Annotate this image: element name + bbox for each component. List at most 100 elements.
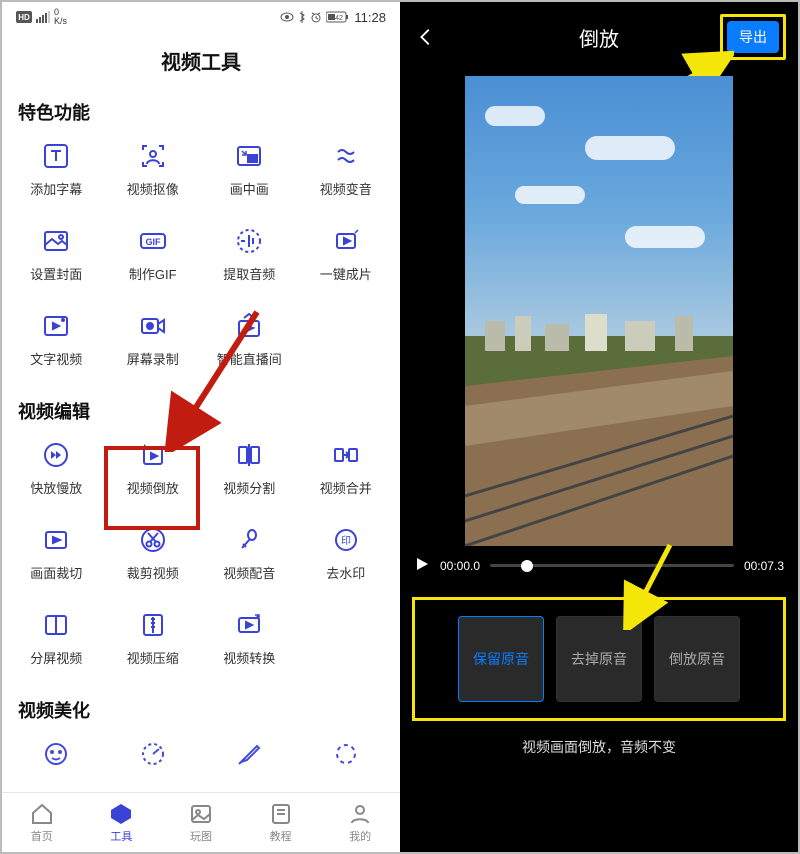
nav-tools[interactable]: 工具	[109, 802, 133, 844]
tool-label: 视频转换	[223, 648, 275, 667]
tool-voice-change[interactable]: 视频变音	[298, 135, 395, 216]
tool-beauty-4[interactable]	[298, 733, 395, 787]
scissors-icon	[138, 525, 168, 555]
tool-beauty-1[interactable]	[8, 733, 105, 787]
chevron-left-icon	[415, 26, 437, 48]
svg-text:HD: HD	[18, 13, 30, 22]
section-title-beauty: 视频美化	[2, 691, 400, 733]
tool-split-screen[interactable]: 分屏视频	[8, 604, 105, 685]
bluetooth-icon	[298, 11, 306, 23]
tool-label: 智能直播间	[217, 349, 282, 368]
tool-add-subtitle[interactable]: 添加字幕	[8, 135, 105, 216]
reverse-icon	[138, 440, 168, 470]
tool-auto-edit[interactable]: 一键成片	[298, 220, 395, 301]
image-icon	[41, 226, 71, 256]
tool-label: 视频变音	[320, 179, 372, 198]
tool-grid-beauty	[2, 733, 400, 793]
status-bar: HD 0K/s 42 11:28	[2, 2, 400, 30]
tool-label: 视频配音	[223, 563, 275, 582]
nav-label: 教程	[270, 828, 292, 844]
svg-text:GIF: GIF	[145, 237, 161, 247]
tools-icon	[109, 802, 133, 826]
face-icon	[41, 739, 71, 769]
tool-beauty-3[interactable]	[201, 733, 298, 787]
compress-icon	[138, 610, 168, 640]
brush-icon	[234, 739, 264, 769]
sparkle-ring-icon	[331, 739, 361, 769]
signal-icon	[36, 11, 50, 23]
tool-label: 设置封面	[30, 264, 82, 283]
section-title-edit: 视频编辑	[2, 392, 400, 434]
video-preview[interactable]	[465, 76, 733, 546]
nav-label: 工具	[110, 828, 132, 844]
tool-compress[interactable]: 视频压缩	[105, 604, 202, 685]
progress-track[interactable]	[490, 564, 734, 567]
nav-play-image[interactable]: 玩图	[189, 802, 213, 844]
tool-label: 画中画	[230, 179, 269, 198]
text-video-icon	[41, 311, 71, 341]
audio-options-highlight: 保留原音 去掉原音 倒放原音	[412, 597, 786, 721]
nav-label: 玩图	[190, 828, 212, 844]
section-title-featured: 特色功能	[2, 93, 400, 135]
tool-label: 制作GIF	[129, 264, 177, 283]
pip-icon	[234, 141, 264, 171]
tool-grid-featured: 添加字幕 视频抠像 画中画 视频变音 设置封面 GIF 制作GIF 提取音频 一键…	[2, 135, 400, 392]
play-button[interactable]	[414, 556, 430, 575]
option-remove-audio[interactable]: 去掉原音	[556, 616, 642, 702]
tool-reverse[interactable]: 视频倒放	[105, 434, 202, 515]
tool-crop[interactable]: 画面裁切	[8, 519, 105, 600]
record-icon	[138, 311, 168, 341]
tool-screen-record[interactable]: 屏幕录制	[105, 305, 202, 386]
svg-text:42: 42	[336, 15, 344, 22]
nav-mine[interactable]: 我的	[348, 802, 372, 844]
tool-label: 一键成片	[320, 264, 372, 283]
right-header: 倒放 导出	[400, 2, 798, 72]
option-keep-audio[interactable]: 保留原音	[458, 616, 544, 702]
svg-text:印: 印	[341, 535, 351, 547]
nav-tutorial[interactable]: 教程	[269, 802, 293, 844]
tool-beauty-2[interactable]	[105, 733, 202, 787]
status-time: 11:28	[354, 10, 386, 25]
tool-label: 视频抠像	[127, 179, 179, 198]
crop-play-icon	[41, 525, 71, 555]
tool-trim[interactable]: 裁剪视频	[105, 519, 202, 600]
tool-convert[interactable]: 视频转换	[201, 604, 298, 685]
tool-dub[interactable]: 视频配音	[201, 519, 298, 600]
video-player-controls: 00:00.0 00:07.3	[400, 546, 798, 585]
left-phone-screen: HD 0K/s 42 11:28 视频工具 特色功能 添加字幕 视频抠像 画中画…	[2, 2, 400, 852]
tool-make-gif[interactable]: GIF 制作GIF	[105, 220, 202, 301]
split-screen-icon	[41, 610, 71, 640]
nav-home[interactable]: 首页	[30, 802, 54, 844]
tool-label: 去水印	[326, 563, 365, 582]
tool-remove-watermark[interactable]: 印去水印	[298, 519, 395, 600]
fast-forward-icon	[41, 440, 71, 470]
tool-text-video[interactable]: 文字视频	[8, 305, 105, 386]
progress-knob[interactable]	[521, 560, 533, 572]
tool-picture-in-picture[interactable]: 画中画	[201, 135, 298, 216]
tool-set-cover[interactable]: 设置封面	[8, 220, 105, 301]
back-button[interactable]	[412, 23, 440, 51]
option-reverse-audio[interactable]: 倒放原音	[654, 616, 740, 702]
auto-clip-icon	[331, 226, 361, 256]
export-button[interactable]: 导出	[727, 21, 779, 53]
tool-merge[interactable]: 视频合并	[298, 434, 395, 515]
right-title: 倒放	[579, 23, 619, 52]
annotation-export-highlight: 导出	[720, 14, 786, 60]
merge-icon	[331, 440, 361, 470]
right-phone-screen: 倒放 导出	[400, 2, 798, 852]
tool-smart-live[interactable]: 智能直播间	[201, 305, 298, 386]
tool-label: 文字视频	[30, 349, 82, 368]
portrait-scan-icon	[138, 141, 168, 171]
nav-label: 首页	[31, 828, 53, 844]
tool-extract-audio[interactable]: 提取音频	[201, 220, 298, 301]
play-icon	[414, 556, 430, 572]
stamp-icon: 印	[331, 525, 361, 555]
tool-video-cutout[interactable]: 视频抠像	[105, 135, 202, 216]
tool-speed[interactable]: 快放慢放	[8, 434, 105, 515]
time-total: 00:07.3	[744, 559, 784, 573]
tool-split[interactable]: 视频分割	[201, 434, 298, 515]
tool-label: 分屏视频	[30, 648, 82, 667]
alarm-icon	[310, 11, 322, 23]
tool-label: 屏幕录制	[127, 349, 179, 368]
tool-label: 快放慢放	[30, 478, 82, 497]
